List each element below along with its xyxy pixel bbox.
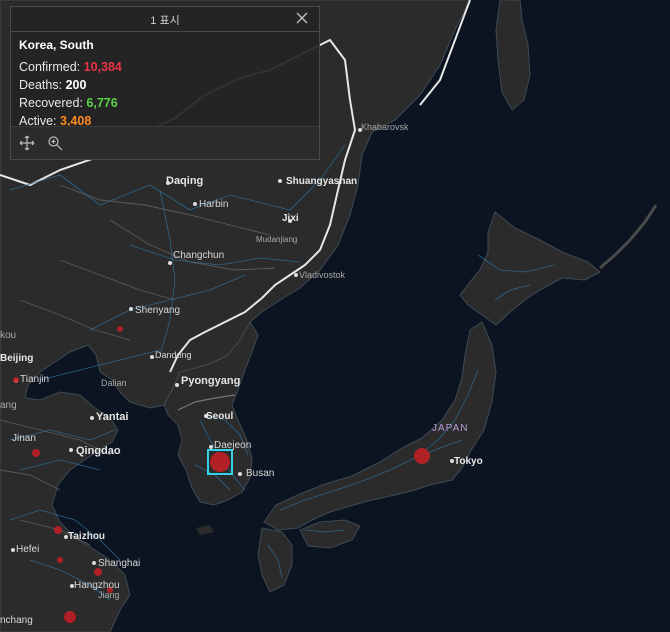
label-dandong: Dandong — [155, 350, 192, 360]
popup-body: Korea, South Confirmed: 10,384 Deaths: 20… — [11, 32, 319, 130]
stat-value: 10,384 — [83, 60, 122, 74]
label-changchun: Changchun — [173, 250, 224, 261]
label-dalian: Dalian — [101, 378, 127, 388]
label-jinan: Jinan — [12, 433, 36, 444]
label-beijing: Beijing — [0, 353, 33, 364]
stat-label: Deaths: — [19, 78, 63, 92]
label-yantai: Yantai — [96, 411, 128, 423]
label-kou: kou — [0, 330, 16, 341]
label-hefei: Hefei — [16, 544, 39, 555]
label-qingdao: Qingdao — [76, 445, 121, 457]
stat-row: Confirmed: 10,384 — [19, 58, 311, 76]
label-harbin: Harbin — [199, 199, 228, 210]
case-marker-korea — [210, 452, 230, 472]
zoom-to-icon[interactable] — [47, 135, 63, 151]
label-ang: ang — [0, 400, 17, 411]
popup-title: Korea, South — [19, 38, 94, 52]
move-icon[interactable] — [19, 135, 35, 151]
label-tianjin: Tianjin — [20, 374, 49, 385]
feature-count: 1 표시 — [150, 15, 180, 27]
label-seoul: Seoul — [206, 411, 233, 422]
case-marker-japan — [414, 448, 430, 464]
stats-list: Confirmed: 10,384 Deaths: 200 Recovered: 6… — [19, 58, 311, 130]
label-khabarovsk: Khabarovsk — [361, 122, 409, 132]
label-mudanjiang: Mudanjiang — [256, 235, 297, 244]
stat-label: Confirmed: — [19, 60, 81, 74]
label-japan: JAPAN — [432, 423, 469, 434]
label-tokyo: Tokyo — [454, 456, 483, 467]
stat-value: 200 — [65, 78, 87, 92]
label-vladivostok: Vladivostok — [299, 270, 346, 280]
label-shanghai: Shanghai — [98, 558, 140, 569]
stat-value: 6,776 — [86, 96, 118, 110]
stat-row: Recovered: 6,776 — [19, 94, 311, 112]
popup-header: 1 표시 — [11, 7, 319, 32]
label-daqing: Daqing — [166, 175, 203, 187]
label-shuangyashan: Shuangyashan — [286, 176, 357, 187]
label-busan: Busan — [246, 468, 274, 479]
label-pyongyang: Pyongyang — [181, 375, 240, 387]
map-view[interactable]: Khabarovsk Daqing Shuangyashan Harbin Ji… — [0, 0, 670, 632]
label-jixi: Jixi — [282, 213, 299, 224]
stat-label: Recovered: — [19, 96, 83, 110]
stat-row: Deaths: 200 — [19, 76, 311, 94]
label-shenyang: Shenyang — [135, 305, 180, 316]
info-popup: 1 표시 Korea, South Confirmed: 10,384 Death… — [10, 6, 320, 160]
close-icon[interactable] — [294, 10, 310, 26]
popup-actions — [11, 126, 319, 159]
label-jiang-edge: Jiang — [98, 590, 120, 600]
label-daejeon: Daejeon — [214, 440, 251, 451]
label-taizhou: Taizhou — [68, 531, 105, 542]
label-nchang: nchang — [0, 615, 33, 626]
